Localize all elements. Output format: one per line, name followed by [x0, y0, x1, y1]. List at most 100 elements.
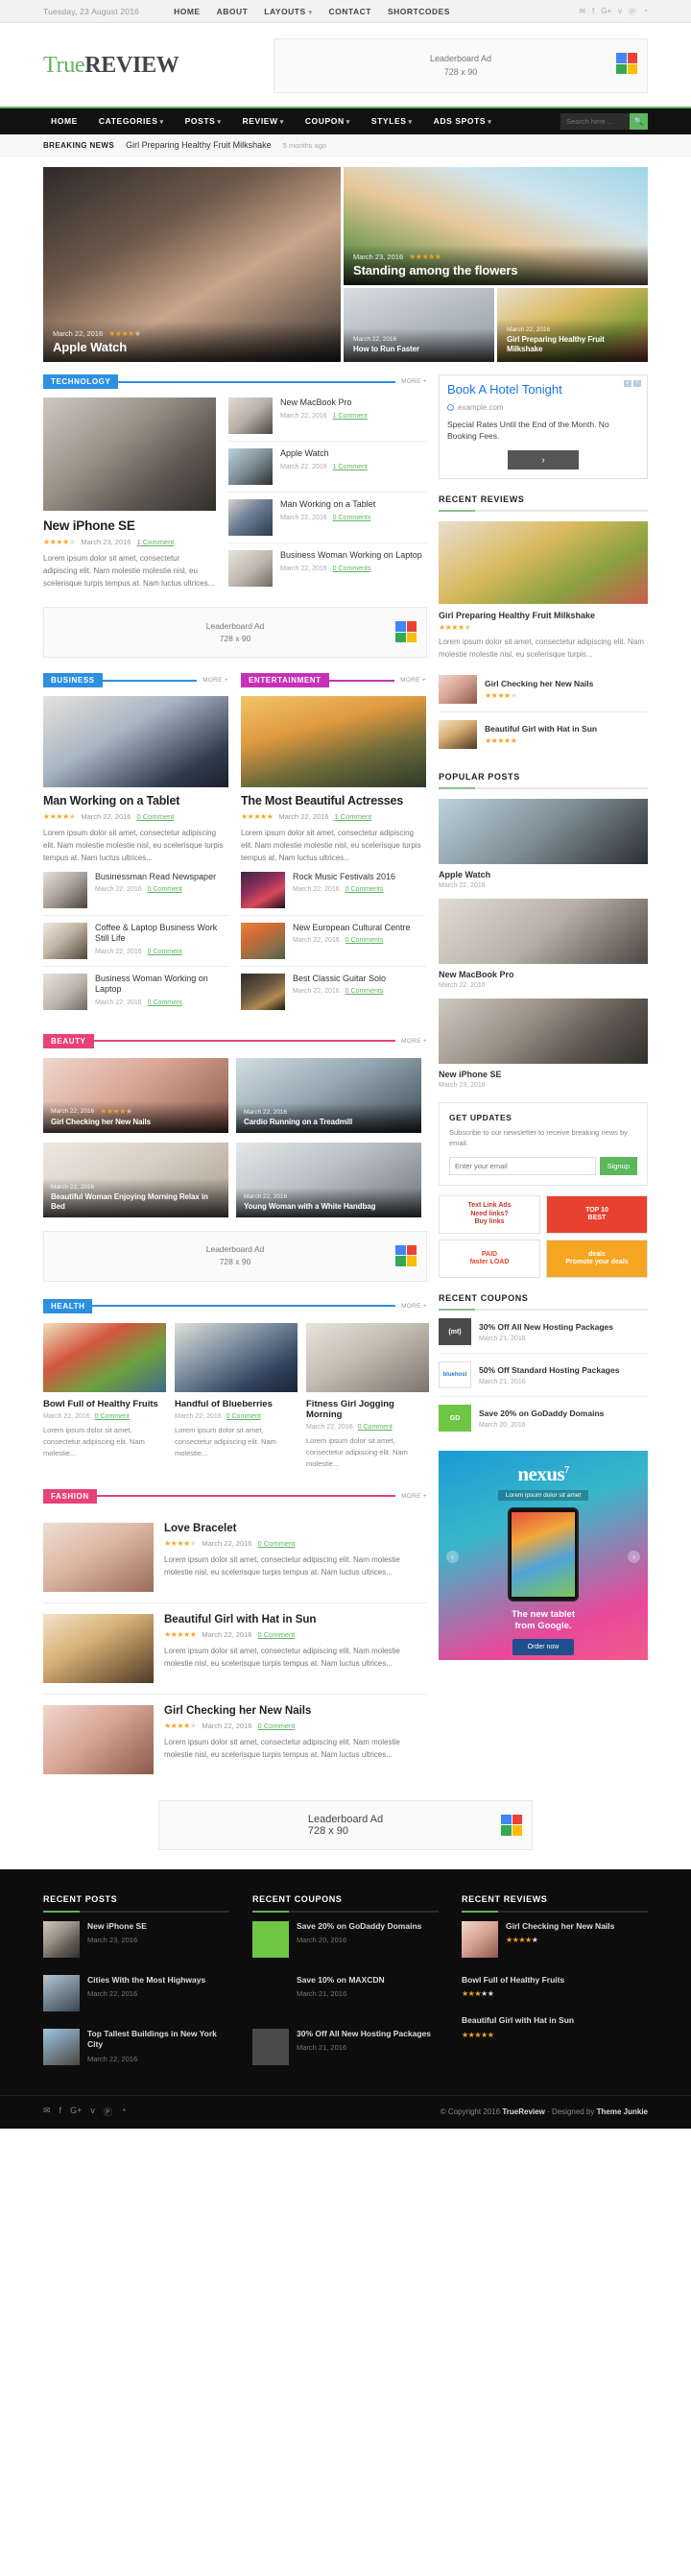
- review-thumb[interactable]: [439, 674, 477, 704]
- nav-item-posts[interactable]: POSTS ▾: [175, 108, 232, 135]
- beauty-card[interactable]: March 22, 2016 Beautiful Woman Enjoying M…: [43, 1142, 228, 1217]
- coupon-title[interactable]: Save 20% on GoDaddy Domains: [479, 1408, 604, 1419]
- list-item[interactable]: New European Cultural Centre March 22, 20…: [241, 916, 426, 967]
- sidebar-badge-ad[interactable]: TOP 10 BEST: [546, 1195, 648, 1235]
- health-title[interactable]: Handful of Blueberries: [175, 1399, 298, 1409]
- top-nav-item-about[interactable]: ABOUT: [217, 7, 249, 16]
- footer-thumb[interactable]: [252, 1920, 289, 1958]
- facebook-icon[interactable]: f: [60, 2106, 62, 2118]
- health-card[interactable]: Handful of Blueberries March 22, 2016 0 Co…: [175, 1322, 298, 1470]
- entertainment-post-title[interactable]: Rock Music Festivals 2016: [293, 872, 395, 883]
- business-more-link[interactable]: MORE +: [203, 677, 228, 684]
- coupon-row[interactable]: bluehost 50% Off Standard Hosting Package…: [439, 1354, 648, 1398]
- top-nav-item-home[interactable]: HOME: [174, 7, 201, 16]
- nav-item-review[interactable]: REVIEW ▾: [232, 108, 295, 135]
- technology-feature-image[interactable]: [43, 397, 216, 511]
- vimeo-icon[interactable]: v: [90, 2106, 95, 2118]
- breaking-news-title[interactable]: Girl Preparing Healthy Fruit Milkshake: [126, 140, 272, 150]
- fashion-comments[interactable]: 0 Comment: [257, 1630, 295, 1639]
- business-post-title[interactable]: Coffee & Laptop Business Work Still Life: [95, 923, 228, 945]
- health-title[interactable]: Bowl Full of Healthy Fruits: [43, 1399, 166, 1409]
- tech-post-comments[interactable]: 1 Comment: [333, 464, 368, 470]
- beauty-card[interactable]: March 22, 2016 Young Woman with a White H…: [236, 1142, 421, 1217]
- tech-post-thumb[interactable]: [228, 448, 273, 485]
- health-card[interactable]: Fitness Girl Jogging Morning March 22, 20…: [306, 1322, 429, 1470]
- footer-row[interactable]: Save 20% on GoDaddy Domains March 20, 201…: [252, 1913, 439, 1966]
- fashion-comments[interactable]: 0 Comment: [257, 1539, 295, 1548]
- health-image[interactable]: [43, 1322, 166, 1392]
- entertainment-post-comments[interactable]: 0 Comments: [346, 937, 384, 944]
- health-comments[interactable]: 0 Comment: [95, 1413, 130, 1420]
- footer-thumb[interactable]: [462, 1920, 498, 1958]
- tech-post-title[interactable]: Man Working on a Tablet: [280, 499, 375, 511]
- tech-post-comments[interactable]: 0 Comments: [333, 566, 371, 572]
- fashion-image[interactable]: [43, 1704, 154, 1774]
- business-feature-image[interactable]: [43, 696, 228, 787]
- rss-icon[interactable]: ◔: [121, 2106, 126, 2118]
- footer-row[interactable]: New iPhone SE March 23, 2016: [43, 1913, 229, 1966]
- facebook-icon[interactable]: f: [592, 7, 594, 17]
- popular-post-image[interactable]: [439, 998, 648, 1064]
- footer-row-title[interactable]: Top Tallest Buildings in New York City: [87, 2029, 229, 2051]
- site-logo[interactable]: TrueREVIEW: [43, 53, 179, 79]
- sidebar-ad-button[interactable]: ›: [508, 450, 579, 470]
- tech-post-thumb[interactable]: [228, 397, 273, 434]
- nav-item-coupon[interactable]: COUPON ▾: [295, 108, 361, 135]
- list-item[interactable]: Coffee & Laptop Business Work Still Life…: [43, 916, 228, 967]
- entertainment-post-thumb[interactable]: [241, 922, 285, 959]
- health-comments[interactable]: 0 Comment: [358, 1424, 393, 1431]
- business-post-comments[interactable]: 0 Comment: [148, 949, 182, 955]
- rss-icon[interactable]: ◔: [643, 7, 648, 17]
- review-title[interactable]: Girl Checking her New Nails: [485, 679, 593, 688]
- business-tag[interactable]: BUSINESS: [43, 673, 103, 687]
- list-item[interactable]: Apple Watch March 22, 2016 1 Comment: [228, 442, 427, 493]
- tech-post-comments[interactable]: 1 Comment: [333, 413, 368, 420]
- hero-small-card-2[interactable]: March 22, 2016 Girl Preparing Healthy Fr…: [497, 288, 648, 362]
- list-item[interactable]: Business Woman Working on Laptop March 22…: [228, 543, 427, 593]
- top-nav-item-shortcodes[interactable]: SHORTCODES: [388, 7, 450, 16]
- beauty-more-link[interactable]: MORE +: [401, 1038, 427, 1045]
- hero-small-card-1[interactable]: March 22, 2016 How to Run Faster: [344, 288, 494, 362]
- popular-post[interactable]: New iPhone SE March 23, 2016: [439, 998, 648, 1089]
- health-more-link[interactable]: MORE +: [401, 1303, 427, 1310]
- footer-row[interactable]: Cities With the Most Highways March 22, 2…: [43, 1966, 229, 2020]
- technology-more-link[interactable]: MORE +: [401, 378, 427, 385]
- entertainment-feature-comments[interactable]: 1 Comment: [334, 812, 371, 821]
- footer-thumb[interactable]: [252, 2028, 289, 2065]
- review-thumb[interactable]: [439, 719, 477, 749]
- entertainment-post-thumb[interactable]: [241, 871, 285, 908]
- popular-post-image[interactable]: [439, 898, 648, 964]
- carousel-prev-icon[interactable]: ‹: [446, 1551, 459, 1564]
- top-nav-item-contact[interactable]: CONTACT: [329, 7, 371, 16]
- tech-post-thumb[interactable]: [228, 499, 273, 536]
- ad-choices-icon[interactable]: ▸ ×: [624, 380, 641, 387]
- coupon-row[interactable]: GD Save 20% on GoDaddy Domains March 20, 2…: [439, 1397, 648, 1439]
- footer-row-title[interactable]: 30% Off All New Hosting Packages: [297, 2029, 431, 2039]
- footer-row-title[interactable]: Save 10% on MAXCDN: [297, 1975, 385, 1986]
- popular-post-title[interactable]: New iPhone SE: [439, 1070, 648, 1079]
- list-item[interactable]: Man Working on a Tablet March 22, 2016 0 C…: [228, 493, 427, 543]
- technology-feature-comments[interactable]: 1 Comment: [136, 538, 174, 546]
- footer-thumb[interactable]: [43, 1920, 80, 1958]
- fashion-more-link[interactable]: MORE +: [401, 1493, 427, 1500]
- coupon-title[interactable]: 50% Off Standard Hosting Packages: [479, 1365, 619, 1376]
- list-item[interactable]: Best Classic Guitar Solo March 22, 2016 0 …: [241, 967, 426, 1017]
- recent-review-featured[interactable]: Girl Preparing Healthy Fruit Milkshake ★…: [439, 521, 648, 662]
- health-image[interactable]: [306, 1322, 429, 1392]
- search-button[interactable]: 🔍: [630, 113, 648, 130]
- footer-row[interactable]: Bowl Full of Healthy Fruits ★★★★★: [462, 1966, 648, 2007]
- hero-main-card[interactable]: March 22, 2016 ★★★★★ Apple Watch: [43, 167, 341, 362]
- entertainment-more-link[interactable]: MORE +: [400, 677, 426, 684]
- tech-post-title[interactable]: Business Woman Working on Laptop: [280, 550, 422, 562]
- fashion-tag[interactable]: FASHION: [43, 1488, 97, 1504]
- footer-row[interactable]: Beautiful Girl with Hat in Sun ★★★★★: [462, 2007, 648, 2047]
- nav-item-ads-spots[interactable]: ADS SPOTS ▾: [423, 108, 503, 135]
- tech-post-title[interactable]: Apple Watch: [280, 448, 368, 460]
- entertainment-feature-image[interactable]: [241, 696, 426, 787]
- inline-leaderboard-ad[interactable]: Leaderboard Ad 728 x 90: [43, 607, 427, 658]
- twitter-icon[interactable]: ✉: [579, 7, 585, 17]
- fashion-row[interactable]: Beautiful Girl with Hat in Sun ★★★★★ March…: [43, 1603, 427, 1695]
- technology-feature[interactable]: New iPhone SE ★★★★★ March 23, 2016 1 Com…: [43, 397, 216, 593]
- pinterest-icon[interactable]: Ⓟ: [629, 7, 636, 17]
- sidebar-badge-ad[interactable]: deals Promote your deals: [546, 1240, 648, 1279]
